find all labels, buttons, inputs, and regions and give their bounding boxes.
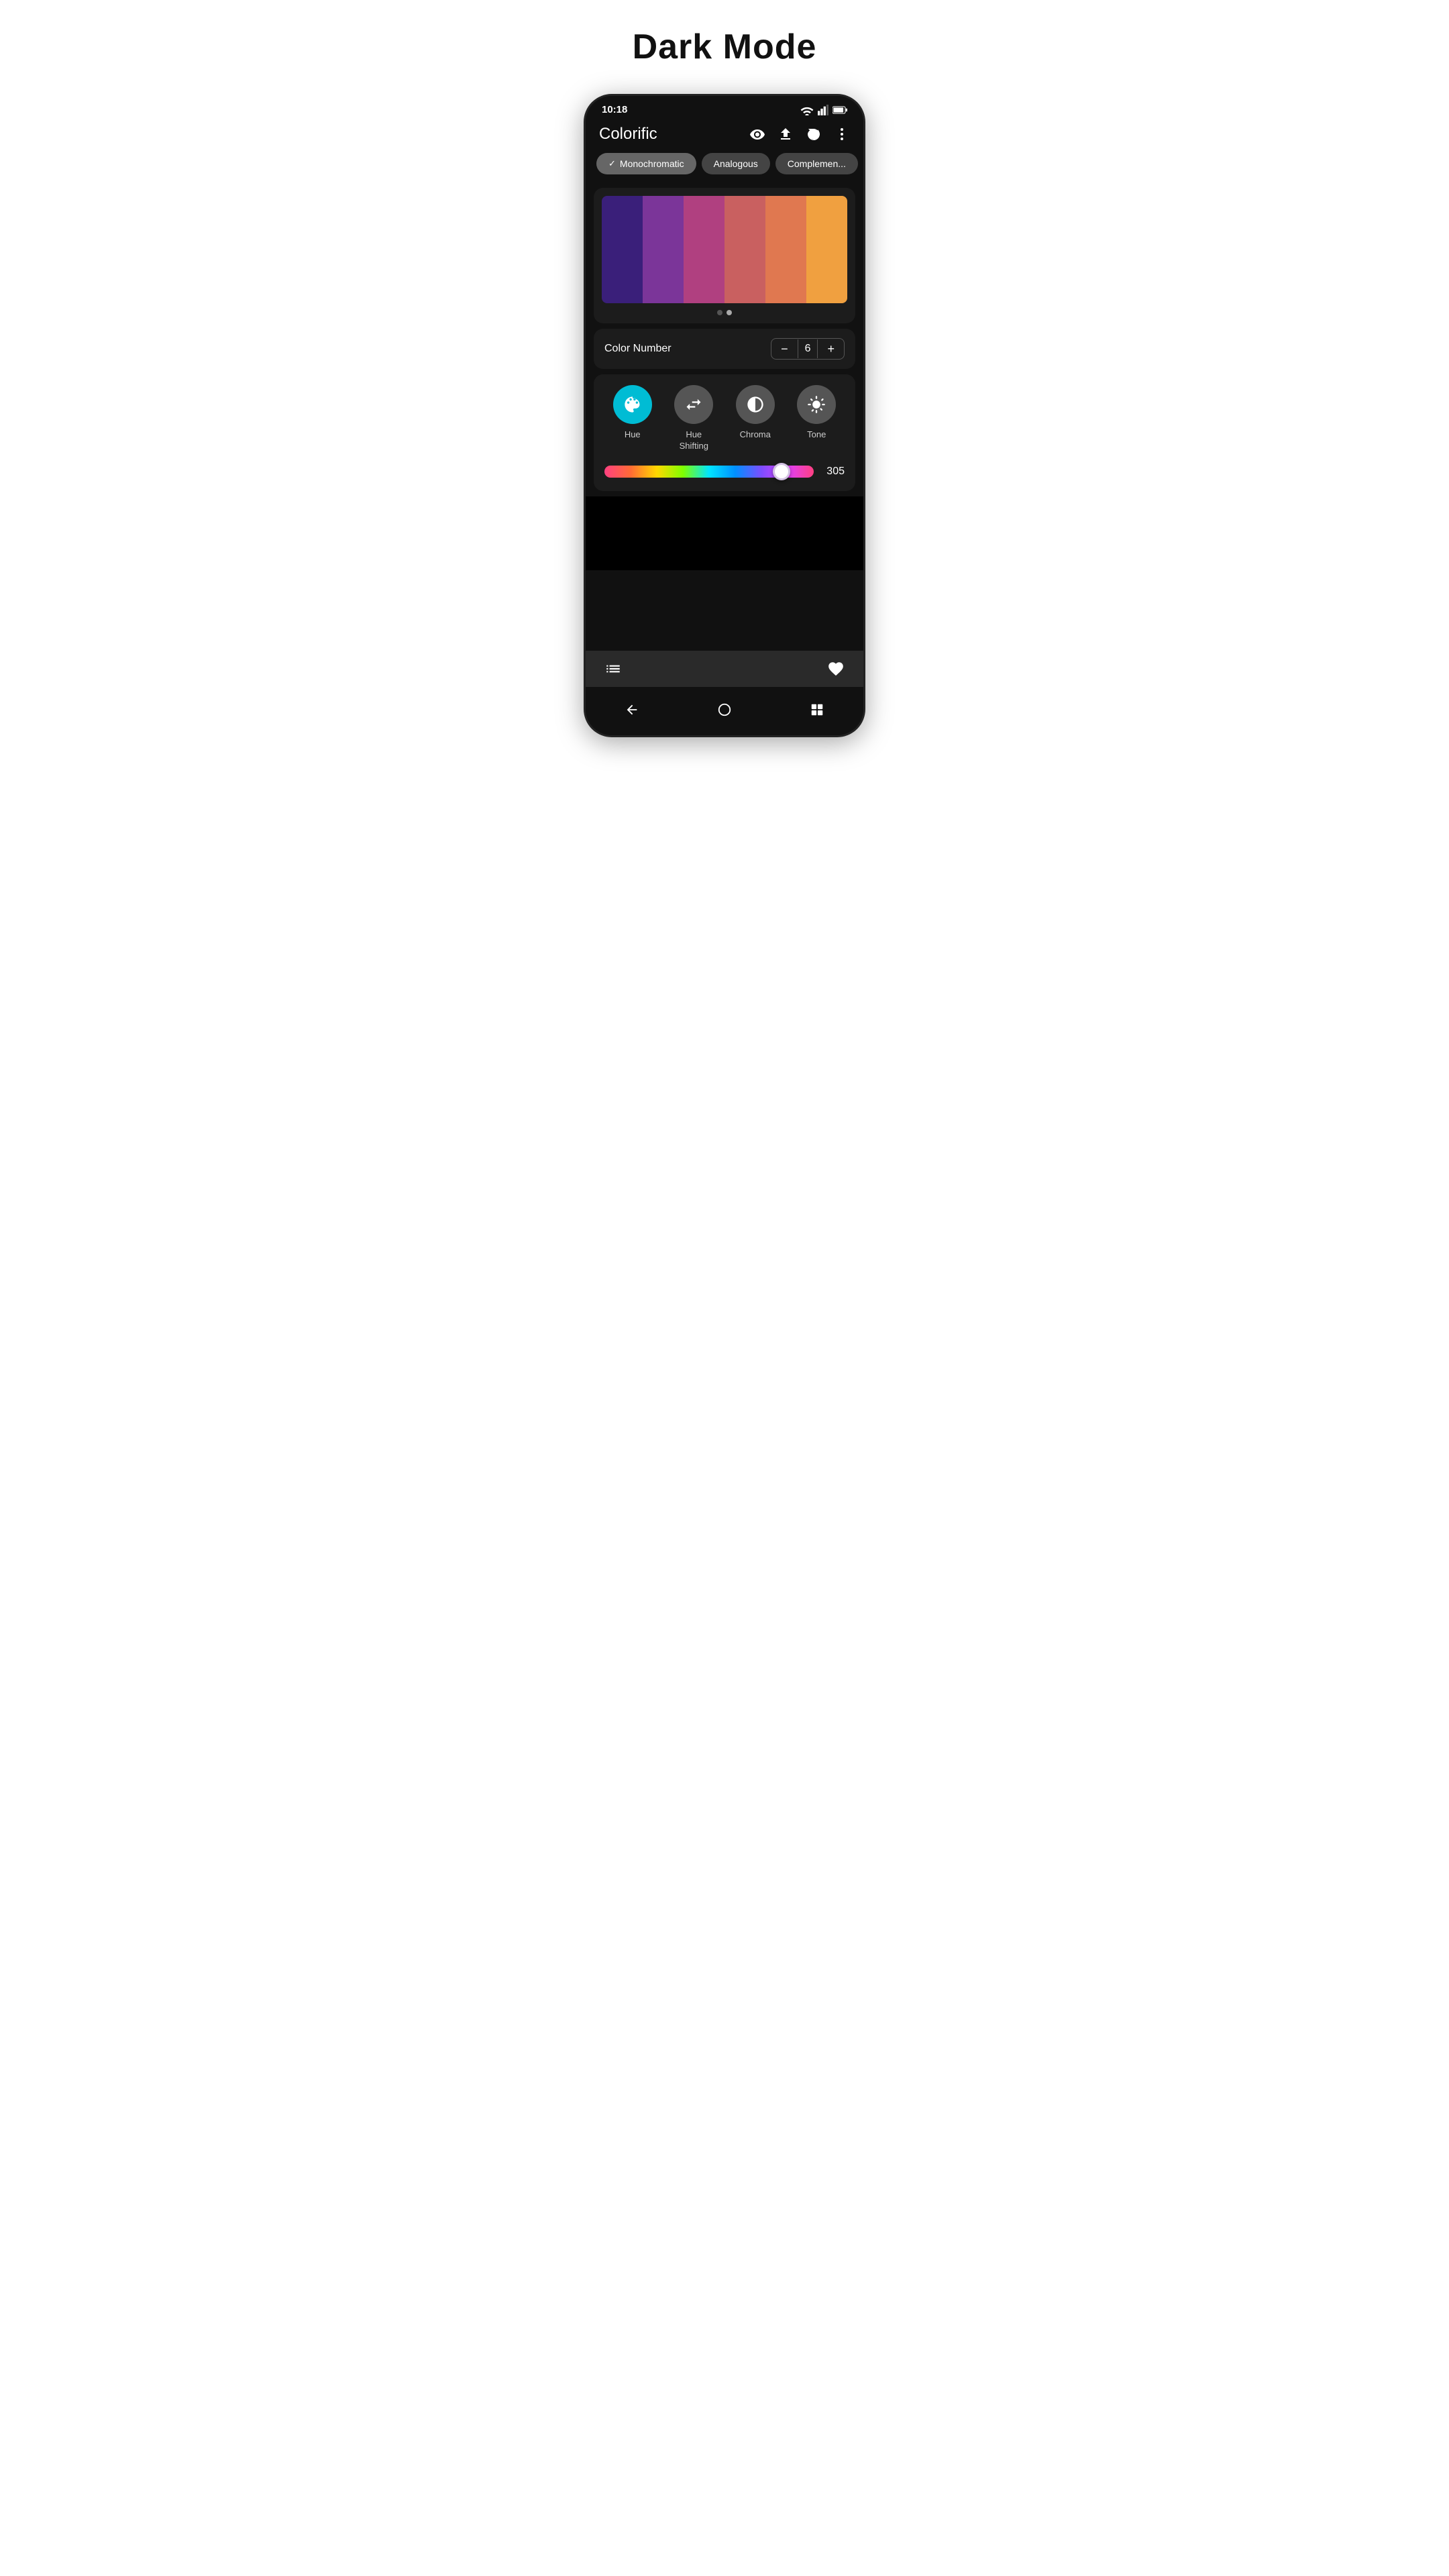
heart-icon[interactable] — [827, 660, 845, 678]
wifi-icon — [800, 105, 814, 115]
status-icons — [800, 105, 847, 115]
chroma-icon-circle — [736, 385, 775, 424]
hue-shifting-mode-button[interactable]: HueShifting — [674, 385, 713, 452]
back-button[interactable] — [620, 698, 644, 722]
tab-analogous[interactable]: Analogous — [702, 153, 770, 174]
hue-shifting-label: HueShifting — [680, 429, 708, 452]
list-icon[interactable] — [604, 660, 622, 678]
color-number-section: Color Number − 6 + — [594, 329, 855, 369]
swatch-0[interactable] — [602, 196, 643, 303]
content-gap — [586, 496, 863, 570]
tone-icon-circle — [797, 385, 836, 424]
counter-control: − 6 + — [771, 338, 845, 360]
chroma-mode-button[interactable]: Chroma — [736, 385, 775, 452]
page-wrapper: Dark Mode 10:18 — [543, 27, 906, 737]
page-title: Dark Mode — [633, 27, 817, 67]
eye-icon[interactable] — [749, 126, 765, 142]
app-bar: Colorific — [586, 119, 863, 153]
more-icon[interactable] — [834, 126, 850, 142]
tab-bar: ✓ Monochromatic Analogous Complemen... — [586, 153, 863, 182]
recent-icon — [810, 702, 824, 717]
back-icon — [625, 702, 639, 717]
tone-label: Tone — [807, 429, 826, 441]
brightness-icon — [807, 395, 826, 414]
dot-0[interactable] — [717, 310, 722, 315]
battery-icon — [833, 105, 847, 115]
counter-value: 6 — [798, 339, 818, 359]
swatch-2[interactable] — [684, 196, 724, 303]
tab-complementary[interactable]: Complemen... — [775, 153, 858, 174]
hue-slider-track[interactable] — [604, 466, 814, 478]
tone-mode-button[interactable]: Tone — [797, 385, 836, 452]
system-nav — [586, 687, 863, 735]
check-icon: ✓ — [608, 158, 616, 169]
hue-slider-row: 305 — [602, 466, 847, 478]
swatch-1[interactable] — [643, 196, 684, 303]
home-button[interactable] — [712, 698, 737, 722]
swap-icon — [684, 395, 703, 414]
hue-thumb[interactable] — [773, 463, 790, 480]
mode-buttons: Hue HueShifting — [602, 385, 847, 452]
phone-frame: 10:18 — [584, 94, 865, 737]
color-number-label: Color Number — [604, 343, 672, 355]
palette-section — [594, 188, 855, 323]
decrement-button[interactable]: − — [771, 339, 798, 359]
app-actions — [749, 126, 850, 142]
hue-mode-button[interactable]: Hue — [613, 385, 652, 452]
hue-value: 305 — [820, 466, 845, 478]
bottom-nav — [586, 651, 863, 687]
status-time: 10:18 — [602, 104, 627, 115]
dot-1[interactable] — [727, 310, 732, 315]
hue-icon-circle — [613, 385, 652, 424]
hue-shifting-icon-circle — [674, 385, 713, 424]
swatch-5[interactable] — [806, 196, 847, 303]
app-title: Colorific — [599, 125, 657, 144]
contrast-icon — [746, 395, 765, 414]
chroma-label: Chroma — [740, 429, 771, 441]
palette-icon — [623, 395, 642, 414]
increment-button[interactable]: + — [818, 339, 844, 359]
swatch-3[interactable] — [724, 196, 765, 303]
palette-dots — [602, 310, 847, 315]
tab-monochromatic[interactable]: ✓ Monochromatic — [596, 153, 696, 174]
upload-icon[interactable] — [777, 126, 794, 142]
status-bar: 10:18 — [586, 96, 863, 119]
signal-icon — [818, 105, 828, 115]
swatch-4[interactable] — [765, 196, 806, 303]
recent-button[interactable] — [805, 698, 829, 722]
color-swatches — [602, 196, 847, 303]
hue-label: Hue — [625, 429, 641, 441]
mode-section: Hue HueShifting — [594, 374, 855, 491]
refresh-icon[interactable] — [806, 126, 822, 142]
home-icon — [717, 702, 732, 717]
